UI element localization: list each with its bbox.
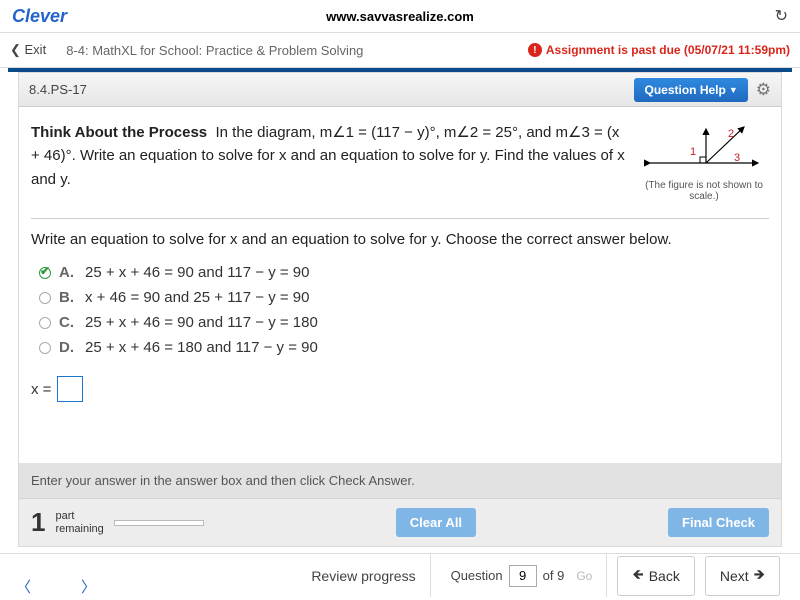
question-panel: 8.4.PS-17 Question Help ▼ ⚙ Think About … bbox=[18, 72, 782, 547]
answer-choices: A. 25 + x + 46 = 90 and 117 − y = 90 B. … bbox=[19, 256, 781, 368]
question-counter: Question of 9 Go bbox=[451, 554, 608, 597]
process-label: Think About the Process bbox=[31, 124, 207, 141]
figure-caption: (The figure is not shown to scale.) bbox=[645, 180, 763, 202]
go-button[interactable]: Go bbox=[570, 566, 598, 586]
problem-text: Think About the Process In the diagram, … bbox=[31, 121, 629, 202]
gear-icon[interactable]: ⚙ bbox=[756, 80, 771, 100]
page-url: www.savvasrealize.com bbox=[326, 9, 474, 24]
pastdue-text: Assignment is past due (05/07/21 11:59pm… bbox=[546, 43, 790, 57]
choice-a-text: 25 + x + 46 = 90 and 117 − y = 90 bbox=[85, 264, 310, 281]
angle-2-label: 2 bbox=[728, 128, 734, 140]
angle-3-label: 3 bbox=[734, 152, 740, 164]
progress-track bbox=[114, 520, 204, 526]
radio-c[interactable] bbox=[39, 317, 51, 329]
footer-nav-arrows: 〈 〉 bbox=[16, 576, 96, 597]
back-button[interactable]: 🡸 Back bbox=[617, 556, 695, 596]
footer-forward-icon[interactable]: 〉 bbox=[81, 576, 96, 597]
angle-1-label: 1 bbox=[690, 146, 696, 158]
choice-a[interactable]: A. 25 + x + 46 = 90 and 117 − y = 90 bbox=[39, 260, 769, 285]
footer-back-icon[interactable]: 〈 bbox=[16, 576, 31, 597]
radio-d[interactable] bbox=[39, 342, 51, 354]
choice-d-text: 25 + x + 46 = 180 and 117 − y = 90 bbox=[85, 339, 318, 356]
warning-icon: ! bbox=[528, 43, 542, 57]
question-help-label: Question Help bbox=[644, 83, 725, 97]
question-label: Question bbox=[451, 568, 503, 583]
assignment-bar: ❮ Exit 8-4: MathXL for School: Practice … bbox=[0, 32, 800, 68]
nav-bar: Review progress Question of 9 Go 🡸 Back … bbox=[0, 553, 800, 597]
question-id: 8.4.PS-17 bbox=[29, 82, 87, 97]
choice-d-letter: D. bbox=[59, 339, 77, 356]
choice-b-letter: B. bbox=[59, 289, 77, 306]
problem-body: Think About the Process In the diagram, … bbox=[19, 107, 781, 208]
clear-all-button[interactable]: Clear All bbox=[396, 508, 476, 537]
choice-c-letter: C. bbox=[59, 314, 77, 331]
pastdue-notice: ! Assignment is past due (05/07/21 11:59… bbox=[528, 43, 790, 57]
parts-count: 1 bbox=[31, 507, 45, 538]
x-input-row: x = bbox=[19, 368, 781, 410]
angle-figure: 1 2 3 (The figure is not shown to scale.… bbox=[639, 121, 769, 202]
of-label: of 9 bbox=[543, 568, 565, 583]
parts-remaining-label: part remaining bbox=[55, 510, 103, 534]
choice-d[interactable]: D. 25 + x + 46 = 180 and 117 − y = 90 bbox=[39, 335, 769, 360]
question-help-button[interactable]: Question Help ▼ bbox=[634, 78, 747, 102]
choice-b-text: x + 46 = 90 and 25 + 117 − y = 90 bbox=[85, 289, 310, 306]
question-number-input[interactable] bbox=[509, 565, 537, 587]
exit-link[interactable]: ❮ Exit bbox=[10, 42, 46, 58]
x-input[interactable] bbox=[57, 376, 83, 402]
review-progress-link[interactable]: Review progress bbox=[311, 554, 430, 597]
choice-c-text: 25 + x + 46 = 90 and 117 − y = 180 bbox=[85, 314, 318, 331]
choice-b[interactable]: B. x + 46 = 90 and 25 + 117 − y = 90 bbox=[39, 285, 769, 310]
choice-a-letter: A. bbox=[59, 264, 77, 281]
instruction-bar: Enter your answer in the answer box and … bbox=[19, 463, 781, 498]
radio-b[interactable] bbox=[39, 292, 51, 304]
chevron-down-icon: ▼ bbox=[729, 85, 738, 95]
assignment-title: 8-4: MathXL for School: Practice & Probl… bbox=[66, 43, 363, 58]
final-check-button[interactable]: Final Check bbox=[668, 508, 769, 537]
subprompt: Write an equation to solve for x and an … bbox=[19, 219, 781, 256]
reload-icon[interactable]: ↻ bbox=[775, 6, 788, 26]
bottom-bar: 1 part remaining Clear All Final Check bbox=[19, 498, 781, 546]
exit-label: Exit bbox=[25, 42, 47, 57]
choice-c[interactable]: C. 25 + x + 46 = 90 and 117 − y = 180 bbox=[39, 310, 769, 335]
clever-logo: Clever bbox=[12, 6, 67, 27]
radio-a[interactable] bbox=[39, 267, 51, 279]
question-header: 8.4.PS-17 Question Help ▼ ⚙ bbox=[19, 73, 781, 107]
x-label: x = bbox=[31, 381, 51, 398]
browser-top-bar: Clever www.savvasrealize.com ↻ bbox=[0, 0, 800, 32]
next-button[interactable]: Next 🡺 bbox=[705, 556, 780, 596]
